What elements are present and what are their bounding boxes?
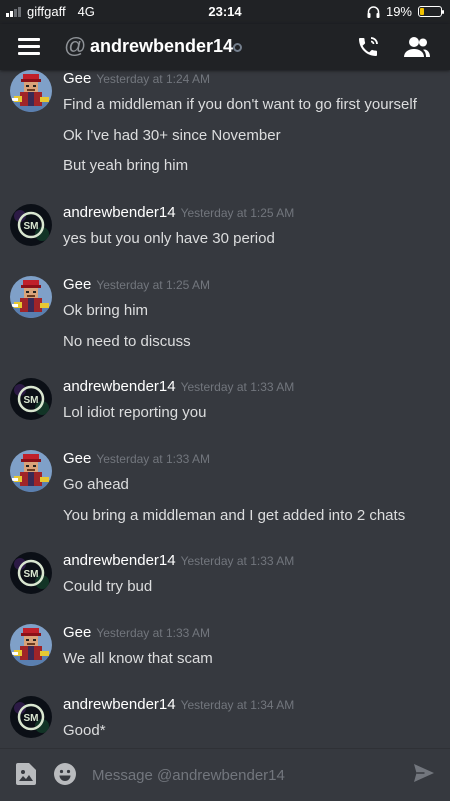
author-name[interactable]: Gee: [63, 276, 91, 293]
message-author[interactable]: andrewbender14 Yesterday at 1:33 AM: [63, 552, 294, 569]
at-icon: @: [64, 33, 87, 58]
andrew-avatar[interactable]: SM: [10, 204, 52, 246]
message-timestamp: Yesterday at 1:33 AM: [180, 554, 295, 568]
author-name[interactable]: Gee: [63, 624, 91, 641]
channel-header: @ andrewbender14: [0, 24, 450, 70]
author-name[interactable]: andrewbender14: [63, 552, 176, 569]
voice-call-icon[interactable]: [356, 35, 380, 59]
message-text: Good*: [63, 722, 106, 739]
dm-title: andrewbender14: [90, 36, 234, 56]
message-text: No need to discuss: [63, 333, 191, 350]
message-text: Ok I've had 30+ since November: [63, 127, 281, 144]
message-text: Ok bring him: [63, 302, 149, 319]
author-name[interactable]: andrewbender14: [63, 696, 176, 713]
message-author[interactable]: andrewbender14 Yesterday at 1:33 AM: [63, 378, 294, 395]
message-author[interactable]: Gee Yesterday at 1:25 AM: [63, 276, 210, 293]
message-text: yes but you only have 30 period: [63, 230, 275, 247]
andrew-avatar[interactable]: SM: [10, 696, 52, 738]
author-name[interactable]: andrewbender14: [63, 204, 176, 221]
gee-avatar[interactable]: [10, 70, 52, 112]
battery-icon: [418, 6, 444, 17]
message-input[interactable]: [90, 761, 394, 789]
svg-text:SM: SM: [24, 221, 39, 232]
members-icon[interactable]: [404, 36, 430, 58]
message-text: Lol idiot reporting you: [63, 404, 207, 421]
message-text: Find a middleman if you don't want to go…: [63, 96, 417, 113]
message-timestamp: Yesterday at 1:24 AM: [96, 72, 210, 86]
message-author[interactable]: Gee Yesterday at 1:33 AM: [63, 450, 210, 467]
andrew-avatar[interactable]: SM: [10, 378, 52, 420]
message-author[interactable]: andrewbender14 Yesterday at 1:34 AM: [63, 696, 294, 713]
battery-percent: 19%: [385, 4, 412, 19]
andrew-avatar[interactable]: SM: [10, 552, 52, 594]
message-list[interactable]: Gee Yesterday at 1:24 AM Find a middleman …: [0, 70, 450, 748]
author-name[interactable]: andrewbender14: [63, 378, 176, 395]
gee-avatar[interactable]: [10, 624, 52, 666]
message-timestamp: Yesterday at 1:33 AM: [180, 380, 295, 394]
message-text: Could try bud: [63, 578, 153, 595]
svg-text:SM: SM: [24, 569, 39, 580]
gee-avatar[interactable]: [10, 276, 52, 318]
message-text: You bring a middleman and I get added in…: [63, 507, 406, 524]
svg-text:SM: SM: [24, 395, 39, 406]
image-upload-icon[interactable]: [16, 763, 36, 785]
message-composer: [0, 748, 450, 801]
status-bar: giffgaff 4G 23:14 19%: [0, 0, 450, 24]
svg-text:SM: SM: [24, 713, 39, 724]
message-author[interactable]: Gee Yesterday at 1:24 AM: [63, 70, 210, 87]
message-timestamp: Yesterday at 1:33 AM: [96, 452, 210, 466]
emoji-icon[interactable]: [54, 763, 76, 785]
menu-icon[interactable]: [18, 38, 40, 56]
message-author[interactable]: Gee Yesterday at 1:33 AM: [63, 624, 210, 641]
message-timestamp: Yesterday at 1:25 AM: [96, 278, 210, 292]
author-name[interactable]: Gee: [63, 450, 91, 467]
author-name[interactable]: Gee: [63, 70, 91, 87]
message-timestamp: Yesterday at 1:33 AM: [96, 626, 210, 640]
message-text: Go ahead: [63, 476, 129, 493]
message-timestamp: Yesterday at 1:25 AM: [180, 206, 295, 220]
message-author[interactable]: andrewbender14 Yesterday at 1:25 AM: [63, 204, 294, 221]
message-text: But yeah bring him: [63, 157, 189, 174]
gee-avatar[interactable]: [10, 450, 52, 492]
headphones-icon: [367, 5, 380, 18]
send-icon[interactable]: [414, 764, 434, 782]
offline-status-icon: [233, 43, 242, 52]
message-text: We all know that scam: [63, 650, 213, 667]
message-timestamp: Yesterday at 1:34 AM: [180, 698, 295, 712]
